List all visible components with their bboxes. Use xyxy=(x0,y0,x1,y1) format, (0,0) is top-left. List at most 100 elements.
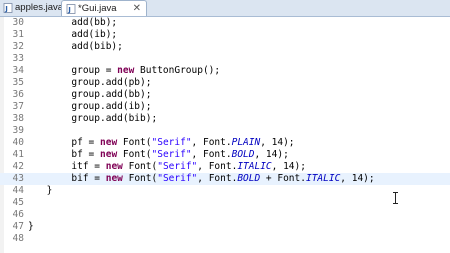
code-token: } xyxy=(28,221,34,232)
code-line[interactable]: 40 pf = new Font("Serif", Font.PLAIN, 14)… xyxy=(0,137,450,149)
code-token: bf = xyxy=(71,149,100,160)
keyword-token: new xyxy=(100,149,118,160)
code-token: pf = xyxy=(71,137,100,148)
code-line[interactable]: 38 group.add(bib); xyxy=(0,113,450,125)
code-line[interactable]: 36 group.add(bb); xyxy=(0,89,450,101)
string-token: "Serif" xyxy=(157,161,198,172)
string-token: "Serif" xyxy=(151,137,192,148)
keyword-token: new xyxy=(105,173,123,184)
line-number: 47 xyxy=(12,221,24,232)
code-token: , Font. xyxy=(191,137,232,148)
java-file-icon: J xyxy=(3,3,13,13)
code-text: group.add(ib); xyxy=(71,101,151,113)
code-line[interactable]: 31 add(ib); xyxy=(0,29,450,41)
code-token: , 14); xyxy=(260,137,295,148)
keyword-token: new xyxy=(117,65,135,76)
code-text: add(bb); xyxy=(71,17,117,29)
line-number: 30 xyxy=(12,17,24,28)
code-line[interactable]: 42 itf = new Font("Serif", Font.ITALIC, 1… xyxy=(0,161,450,173)
code-text: pf = new Font("Serif", Font.PLAIN, 14); xyxy=(71,137,294,149)
code-token: } xyxy=(46,185,53,196)
code-token: group.add(bib); xyxy=(71,113,158,124)
code-line[interactable]: 44} xyxy=(0,185,450,197)
code-line[interactable]: 48 xyxy=(0,233,450,245)
code-token: group.add(ib); xyxy=(71,101,152,112)
line-number: 39 xyxy=(12,125,24,136)
code-text: add(bib); xyxy=(71,41,122,53)
code-text: add(ib); xyxy=(71,29,117,41)
code-line[interactable]: 39 xyxy=(0,125,450,137)
close-icon[interactable]: ✕ xyxy=(133,1,141,17)
code-line[interactable]: 43 bif = new Font("Serif", Font.BOLD + Fo… xyxy=(0,173,450,185)
line-number: 35 xyxy=(12,77,24,88)
code-editor[interactable]: 30 add(bb); 31 add(ib); 32 add(bib); 33 34 group… xyxy=(0,17,450,253)
code-line[interactable]: 45 xyxy=(0,197,450,209)
editor-tab-bar: J apples.java J *Gui.java ✕ xyxy=(0,0,450,17)
code-text: bf = new Font("Serif", Font.BOLD, 14); xyxy=(71,149,288,161)
line-number: 46 xyxy=(12,209,24,220)
line-number: 32 xyxy=(12,41,24,52)
line-number: 41 xyxy=(12,149,24,160)
constant-token: ITALIC xyxy=(237,161,272,172)
line-number: 33 xyxy=(12,53,24,64)
string-token: "Serif" xyxy=(157,173,198,184)
line-number: 43 xyxy=(12,173,24,184)
code-text: } xyxy=(28,221,34,233)
code-token: Font( xyxy=(122,161,158,172)
code-token: Font( xyxy=(122,173,158,184)
code-line[interactable]: 41 bf = new Font("Serif", Font.BOLD, 14); xyxy=(0,149,450,161)
java-file-icon: J xyxy=(66,4,76,14)
constant-token: BOLD xyxy=(231,149,255,160)
code-line[interactable]: 33 xyxy=(0,53,450,65)
code-token: , 14); xyxy=(340,173,375,184)
svg-text:J: J xyxy=(67,6,71,14)
keyword-token: new xyxy=(105,161,123,172)
tab-label: apples.java xyxy=(15,2,64,13)
code-token: , 14); xyxy=(254,149,289,160)
code-text: group.add(bb); xyxy=(71,89,151,101)
code-token: group.add(pb); xyxy=(71,77,152,88)
code-token: , Font. xyxy=(197,161,238,172)
code-token: group = xyxy=(71,65,118,76)
line-number: 42 xyxy=(12,161,24,172)
text-cursor-icon xyxy=(393,192,398,204)
code-line[interactable]: 35 group.add(pb); xyxy=(0,77,450,89)
line-number: 36 xyxy=(12,89,24,100)
svg-text:J: J xyxy=(4,5,8,13)
tab-gui-java[interactable]: J *Gui.java ✕ xyxy=(61,0,147,16)
tab-apples-java[interactable]: J apples.java xyxy=(0,0,64,16)
string-token: "Serif" xyxy=(151,149,192,160)
code-line[interactable]: 47} xyxy=(0,221,450,233)
code-text: group = new ButtonGroup(); xyxy=(71,65,220,77)
code-text: } xyxy=(47,185,53,197)
code-token: Font( xyxy=(117,137,152,148)
tab-label: *Gui.java xyxy=(78,3,117,14)
line-number: 48 xyxy=(12,233,24,244)
line-number: 40 xyxy=(12,137,24,148)
code-token: + Font. xyxy=(260,173,306,184)
constant-token: BOLD xyxy=(237,173,261,184)
code-token: bif = xyxy=(71,173,106,184)
code-token: itf = xyxy=(71,161,106,172)
code-line[interactable]: 30 add(bb); xyxy=(0,17,450,29)
code-text: group.add(pb); xyxy=(71,77,151,89)
code-token: , Font. xyxy=(197,173,238,184)
code-line[interactable]: 34 group = new ButtonGroup(); xyxy=(0,65,450,77)
code-text: group.add(bib); xyxy=(71,113,157,125)
code-token: ButtonGroup(); xyxy=(134,65,221,76)
line-number: 34 xyxy=(12,65,24,76)
constant-token: PLAIN xyxy=(231,137,261,148)
code-line[interactable]: 46 xyxy=(0,209,450,221)
keyword-token: new xyxy=(100,137,118,148)
code-token: add(ib); xyxy=(71,29,118,40)
line-number: 45 xyxy=(12,197,24,208)
code-line[interactable]: 37 group.add(ib); xyxy=(0,101,450,113)
code-token: add(bb); xyxy=(71,17,118,28)
code-token: group.add(bb); xyxy=(71,89,152,100)
code-line[interactable]: 32 add(bib); xyxy=(0,41,450,53)
line-number: 44 xyxy=(12,185,24,196)
code-text: bif = new Font("Serif", Font.BOLD + Font… xyxy=(71,173,374,185)
line-number: 37 xyxy=(12,101,24,112)
line-number: 38 xyxy=(12,113,24,124)
constant-token: ITALIC xyxy=(305,173,341,184)
